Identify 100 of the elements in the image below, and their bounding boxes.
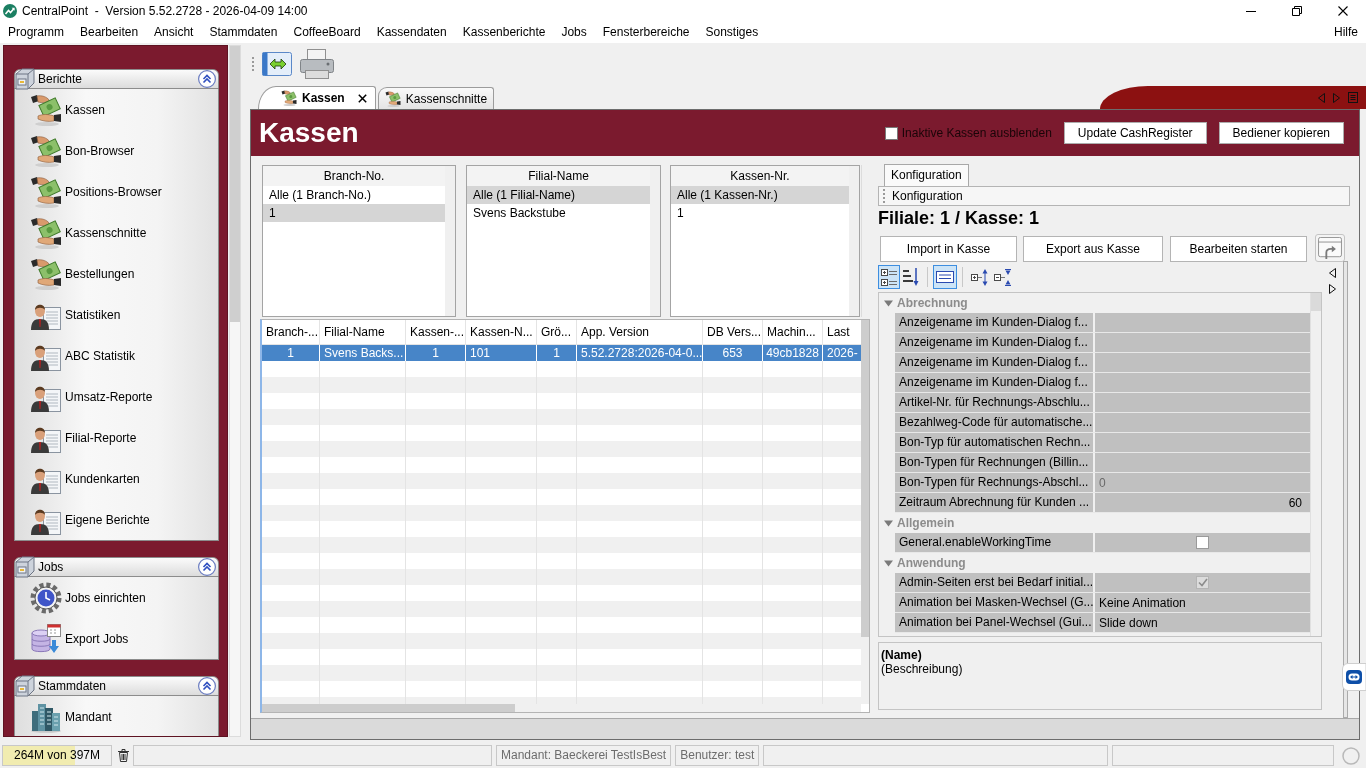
- double-arrow-icon[interactable]: [1342, 663, 1366, 691]
- tab[interactable]: Kassenschnitte: [377, 87, 495, 109]
- sidebar-item[interactable]: Umsatz-Reporte: [15, 376, 218, 417]
- property-value[interactable]: 60: [1095, 493, 1310, 512]
- triangle-down-icon[interactable]: [884, 518, 893, 528]
- action-button[interactable]: Import in Kasse: [880, 236, 1017, 262]
- menu-item[interactable]: Ansicht: [146, 22, 202, 43]
- group-header[interactable]: Stammdaten: [14, 676, 219, 696]
- triangle-right-icon[interactable]: [1329, 284, 1336, 294]
- tab[interactable]: Konfiguration: [884, 164, 969, 186]
- property-name: Anzeigename im Kunden-Dialog f...: [895, 333, 1093, 352]
- sidebar-item[interactable]: Export Jobs: [15, 618, 218, 659]
- cash-hands-icon: [30, 93, 62, 126]
- close-icon[interactable]: [357, 93, 367, 103]
- scrollbar[interactable]: [849, 166, 859, 316]
- column-header[interactable]: Kassen-...: [406, 320, 466, 344]
- printer-icon[interactable]: [300, 49, 334, 79]
- menu-item[interactable]: Hilfe: [1326, 22, 1366, 43]
- sidebar-item[interactable]: Kassenschnitte: [15, 212, 218, 253]
- sidebar-item[interactable]: Eigene Berichte: [15, 499, 218, 540]
- action-button[interactable]: Update CashRegister: [1063, 122, 1207, 144]
- triangle-down-icon[interactable]: [884, 298, 893, 308]
- list-item[interactable]: Alle (1 Filial-Name): [467, 186, 650, 204]
- menu-item[interactable]: Programm: [0, 22, 72, 43]
- expand-all-icon[interactable]: [971, 268, 988, 286]
- column-header[interactable]: Grö...: [537, 320, 577, 344]
- column-header[interactable]: App. Version: [577, 320, 703, 344]
- minimize-icon[interactable]: [1246, 10, 1256, 12]
- description-text: (Beschreibung): [881, 662, 964, 676]
- sidebar-item[interactable]: Statistiken: [15, 294, 218, 335]
- memory-label: 264M von 397M: [12, 747, 102, 764]
- sort-icon: [903, 268, 919, 286]
- collapse-all-icon[interactable]: [994, 268, 1011, 286]
- scrollbar[interactable]: [650, 166, 660, 316]
- checkbox[interactable]: [1196, 536, 1209, 549]
- collapse-icon[interactable]: [198, 70, 216, 88]
- cash-hands-icon: [281, 90, 297, 106]
- collapse-icon[interactable]: [198, 677, 216, 695]
- double-arrow-card-icon[interactable]: [262, 52, 292, 76]
- scrollbar[interactable]: [229, 45, 241, 737]
- restore-icon[interactable]: [1292, 6, 1302, 16]
- triangle-left-icon[interactable]: [1329, 268, 1336, 278]
- icon-button[interactable]: [1315, 234, 1345, 262]
- group-header[interactable]: Jobs: [14, 557, 219, 577]
- sidebar-item[interactable]: Positions-Browser: [15, 171, 218, 212]
- description-title: (Name): [881, 648, 923, 662]
- cash-hands-icon: [30, 216, 62, 249]
- group-header[interactable]: Berichte: [14, 69, 219, 89]
- menu-item[interactable]: Jobs: [553, 22, 595, 43]
- menu-item[interactable]: Sonstiges: [697, 22, 767, 43]
- cash-hands-icon: [30, 134, 62, 167]
- column-header[interactable]: Kassen-N...: [466, 320, 537, 344]
- window-title: CentralPoint - Version 5.52.2728 - 2026-04-09 14:00: [22, 4, 309, 18]
- close-icon[interactable]: [1338, 6, 1348, 16]
- property-value[interactable]: [1095, 533, 1310, 552]
- scrollbar[interactable]: [1310, 293, 1321, 636]
- column-header[interactable]: Filial-Name: [320, 320, 406, 344]
- checkbox[interactable]: [884, 126, 898, 140]
- menu-item[interactable]: CoffeeBoard: [285, 22, 369, 43]
- column-header[interactable]: DB Vers...: [703, 320, 763, 344]
- menu-item[interactable]: Stammdaten: [201, 22, 286, 43]
- table-cell: 49cb1828: [763, 345, 823, 361]
- sidebar-item[interactable]: Bestellungen: [15, 253, 218, 294]
- sidebar-item[interactable]: Jobs einrichten: [15, 577, 218, 618]
- scrollbar[interactable]: [861, 320, 869, 704]
- action-button[interactable]: Bearbeiten starten: [1170, 236, 1307, 262]
- menu-item[interactable]: Bearbeiten: [72, 22, 147, 43]
- menu-item[interactable]: Kassendaten: [368, 22, 455, 43]
- scrollbar[interactable]: [262, 704, 861, 712]
- list-item[interactable]: Alle (1 Kassen-Nr.): [671, 186, 849, 204]
- menu-item[interactable]: Fensterbereiche: [594, 22, 698, 43]
- menu-item[interactable]: Kassenberichte: [454, 22, 554, 43]
- property-value[interactable]: Slide down: [1095, 613, 1310, 632]
- list-icon[interactable]: [1348, 92, 1358, 103]
- list-item[interactable]: Alle (1 Branch-No.): [263, 186, 445, 204]
- list-item[interactable]: 1: [671, 204, 849, 222]
- action-button[interactable]: Export aus Kasse: [1023, 236, 1163, 262]
- sidebar-item[interactable]: Kundenkarten: [15, 458, 218, 499]
- sidebar-item[interactable]: Kassen: [15, 89, 218, 130]
- cash-hands-icon: [30, 257, 62, 290]
- sidebar-item[interactable]: ABC Statistik: [15, 335, 218, 376]
- list-item[interactable]: Svens Backstube: [467, 204, 650, 222]
- view-mode-button[interactable]: [878, 265, 900, 289]
- triangle-down-icon[interactable]: [884, 558, 893, 568]
- scrollbar[interactable]: [445, 166, 455, 316]
- list-item[interactable]: 1: [263, 204, 445, 222]
- property-name: Anzeigename im Kunden-Dialog f...: [895, 353, 1093, 372]
- property-value[interactable]: Keine Animation: [1095, 593, 1310, 612]
- column-header[interactable]: Machin...: [763, 320, 823, 344]
- trash-icon[interactable]: [118, 749, 129, 762]
- description-toggle-button[interactable]: [933, 265, 957, 289]
- tab[interactable]: Kassen: [258, 86, 376, 109]
- column-header[interactable]: Branch-...: [262, 320, 320, 344]
- sidebar-item[interactable]: Mandant: [15, 696, 218, 736]
- table-row[interactable]: 1 Svens Backs... 1 101 1 5.52.2728:2026-04-0... 653 49cb1828 2026-: [262, 345, 861, 361]
- sidebar-item[interactable]: Filial-Reporte: [15, 417, 218, 458]
- collapse-icon[interactable]: [198, 558, 216, 576]
- table-cell: 5.52.2728:2026-04-0...: [577, 345, 703, 361]
- sidebar-item[interactable]: Bon-Browser: [15, 130, 218, 171]
- action-button[interactable]: Bediener kopieren: [1218, 122, 1344, 144]
